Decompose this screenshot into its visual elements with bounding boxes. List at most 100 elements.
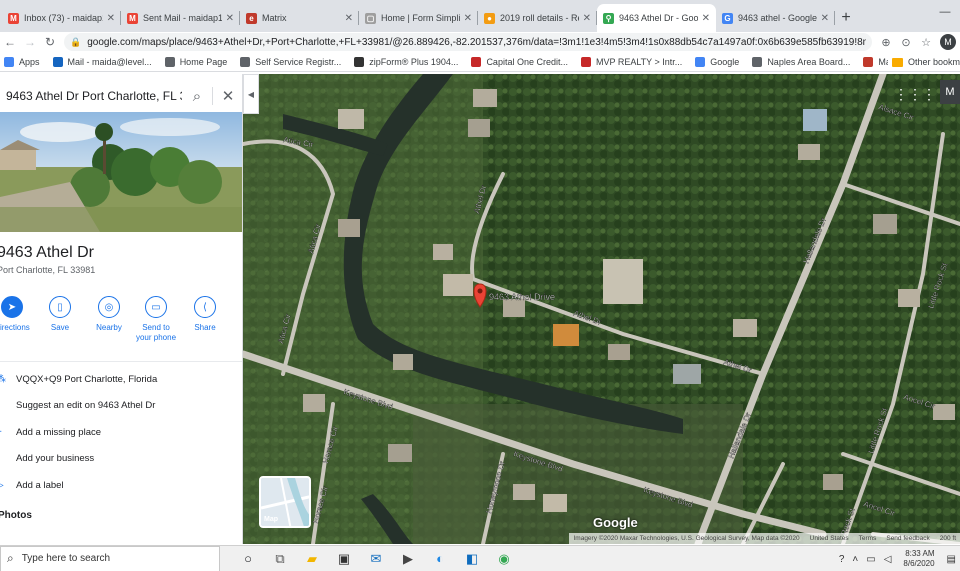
- info-item[interactable]: Suggest an edit on 9463 Athel Dr: [0, 393, 242, 420]
- search-box[interactable]: 9463 Athel Dr Port Charlotte, FL 3 ⌕ ✕: [0, 80, 242, 112]
- bookmark-item[interactable]: Mail - maida@level...: [52, 56, 152, 67]
- bookmark-item[interactable]: Naples Area Board...: [752, 56, 850, 67]
- tab-5[interactable]: ⚲ 9463 Athel Dr - Googl... ✕: [597, 4, 716, 32]
- info-icon: ▷: [0, 480, 16, 491]
- map-canvas[interactable]: Athel Dr Athel Dr Athel Dr Atica Cir Ati…: [243, 74, 960, 544]
- bookmark-item[interactable]: Google: [695, 56, 739, 67]
- info-item[interactable]: ⁂VQQX+Q9 Port Charlotte, Florida: [0, 366, 242, 393]
- close-tab-icon[interactable]: ✕: [464, 13, 472, 24]
- close-tab-icon[interactable]: ✕: [821, 13, 829, 24]
- tab-strip: M Inbox (73) - maidap10... ✕ M Sent Mail - m…: [0, 0, 960, 32]
- bookmark-favicon-icon: [52, 56, 63, 67]
- bookmark-item[interactable]: Home Page: [164, 56, 228, 67]
- apps-grid-icon[interactable]: ⋮⋮⋮: [894, 86, 936, 103]
- task-view-icon[interactable]: ○: [232, 546, 264, 571]
- tab-2[interactable]: e Matrix ✕: [240, 4, 359, 32]
- action-send-to-your-phone[interactable]: ▭ Send to your phone: [134, 296, 178, 343]
- search-input[interactable]: 9463 Athel Dr Port Charlotte, FL 3: [6, 89, 182, 103]
- close-tab-icon[interactable]: ✕: [702, 13, 710, 24]
- close-icon[interactable]: ✕: [213, 87, 242, 105]
- chrome-icon[interactable]: ◉: [488, 546, 520, 571]
- tab-3[interactable]: ▢ Home | Form Simplicit... ✕: [359, 4, 478, 32]
- action-share[interactable]: ⟨ Share: [183, 296, 227, 333]
- favicon-icon: M: [8, 12, 19, 24]
- edge-icon[interactable]: ◐: [424, 546, 456, 571]
- bookmark-label: Home Page: [179, 56, 228, 67]
- profile-avatar[interactable]: M: [940, 34, 956, 50]
- map-profile-avatar[interactable]: M: [940, 80, 960, 104]
- bookmark-star-icon[interactable]: ☆: [916, 36, 936, 49]
- search-icon: ⌕: [7, 551, 14, 565]
- lock-icon[interactable]: 🔒: [70, 37, 81, 48]
- outlook-icon[interactable]: ◧: [456, 546, 488, 571]
- system-tray: ? ˄ ▭ ◁ 8:33 AM 8/6/2020 ▤: [835, 546, 960, 571]
- action-label: Nearby: [96, 323, 122, 332]
- bookmark-item[interactable]: Apps: [4, 56, 40, 67]
- attribution-link-feedback[interactable]: Send feedback: [886, 535, 929, 542]
- notification-icon[interactable]: ▤: [947, 554, 956, 565]
- back-icon[interactable]: ←: [0, 35, 20, 49]
- tab-1[interactable]: M Sent Mail - maidap102... ✕: [121, 4, 240, 32]
- other-bookmarks[interactable]: Other bookm: [887, 52, 960, 71]
- reload-icon[interactable]: ↻: [40, 35, 60, 49]
- bookmark-item[interactable]: Self Service Registr...: [240, 56, 341, 67]
- info-item[interactable]: +Add a missing place: [0, 419, 242, 446]
- attribution-link-terms[interactable]: Terms: [859, 535, 877, 542]
- close-tab-icon[interactable]: ✕: [583, 13, 591, 24]
- tab-title: Home | Form Simplicit...: [381, 13, 460, 23]
- info-item[interactable]: Add your business: [0, 446, 242, 473]
- omnibox[interactable]: 🔒 google.com/maps/place/9463+Athel+Dr,+P…: [64, 33, 872, 51]
- minimize-icon[interactable]: —: [930, 0, 960, 24]
- clock[interactable]: 8:33 AM 8/6/2020: [903, 549, 934, 569]
- bookmark-label: Apps: [19, 56, 40, 67]
- store-icon[interactable]: ▣: [328, 546, 360, 571]
- scale-bar[interactable]: 200 ft: [940, 535, 956, 542]
- attribution-link-country[interactable]: United States: [810, 535, 849, 542]
- map-layer-toggle[interactable]: Map: [259, 476, 311, 528]
- forward-icon[interactable]: →: [20, 35, 40, 49]
- satellite-map[interactable]: Athel Dr Athel Dr Athel Dr Atica Cir Ati…: [243, 74, 960, 544]
- task-view-icon-2[interactable]: ⧉: [264, 546, 296, 571]
- street-view-photo[interactable]: [0, 112, 242, 232]
- action-save[interactable]: ▯ Save: [38, 296, 82, 333]
- action-directions[interactable]: ➤ Directions: [0, 296, 34, 333]
- close-tab-icon[interactable]: ✕: [345, 13, 353, 24]
- tab-4[interactable]: ● 2019 roll details - Real... ✕: [478, 4, 597, 32]
- action-nearby[interactable]: ◎ Nearby: [87, 296, 131, 333]
- action-icon: ➤: [1, 296, 23, 318]
- bookmark-favicon-icon: [354, 56, 365, 67]
- media-icon[interactable]: ▶: [392, 546, 424, 571]
- search-icon[interactable]: ⌕: [182, 88, 212, 105]
- extension-icon[interactable]: ⊕: [876, 36, 896, 49]
- folder-icon: [891, 57, 903, 67]
- bookmark-favicon-icon: [863, 56, 874, 67]
- info-label: Add your business: [16, 453, 95, 465]
- action-icon: ▭: [145, 296, 167, 318]
- action-label: Share: [194, 323, 216, 332]
- network-icon[interactable]: ▭: [866, 554, 875, 565]
- extension-icon-2[interactable]: ⊙: [896, 36, 916, 49]
- volume-icon[interactable]: ◁: [884, 554, 892, 565]
- address-bar: ← → ↻ 🔒 google.com/maps/place/9463+Athel…: [0, 32, 960, 52]
- place-subtitle: Port Charlotte, FL 33981: [0, 265, 96, 275]
- close-tab-icon[interactable]: ✕: [226, 13, 234, 24]
- url-text[interactable]: google.com/maps/place/9463+Athel+Dr,+Por…: [87, 37, 866, 48]
- info-item[interactable]: ▷Add a label: [0, 472, 242, 499]
- window-controls: —: [930, 0, 960, 24]
- new-tab-button[interactable]: +: [835, 4, 857, 32]
- chevron-up-icon[interactable]: ˄: [852, 554, 858, 565]
- mail-icon[interactable]: ✉: [360, 546, 392, 571]
- bookmark-item[interactable]: Capital One Credit...: [471, 56, 568, 67]
- bookmark-item[interactable]: MVP REALTY > Intr...: [580, 56, 682, 67]
- close-tab-icon[interactable]: ✕: [107, 13, 115, 24]
- bookmark-label: Capital One Credit...: [486, 56, 568, 67]
- collapse-panel-button[interactable]: ◀: [243, 74, 259, 114]
- marker-label: 9463 Athel Drive: [489, 292, 555, 302]
- file-explorer-icon[interactable]: ▰: [296, 546, 328, 571]
- bookmark-item[interactable]: zipForm® Plus 1904...: [354, 56, 458, 67]
- tab-0[interactable]: M Inbox (73) - maidap10... ✕: [2, 4, 121, 32]
- help-icon[interactable]: ?: [839, 554, 845, 565]
- tab-6[interactable]: G 9463 athel - Google Se... ✕: [716, 4, 835, 32]
- info-label: Suggest an edit on 9463 Athel Dr: [16, 400, 156, 412]
- taskbar-search[interactable]: ⌕ Type here to search: [0, 545, 220, 571]
